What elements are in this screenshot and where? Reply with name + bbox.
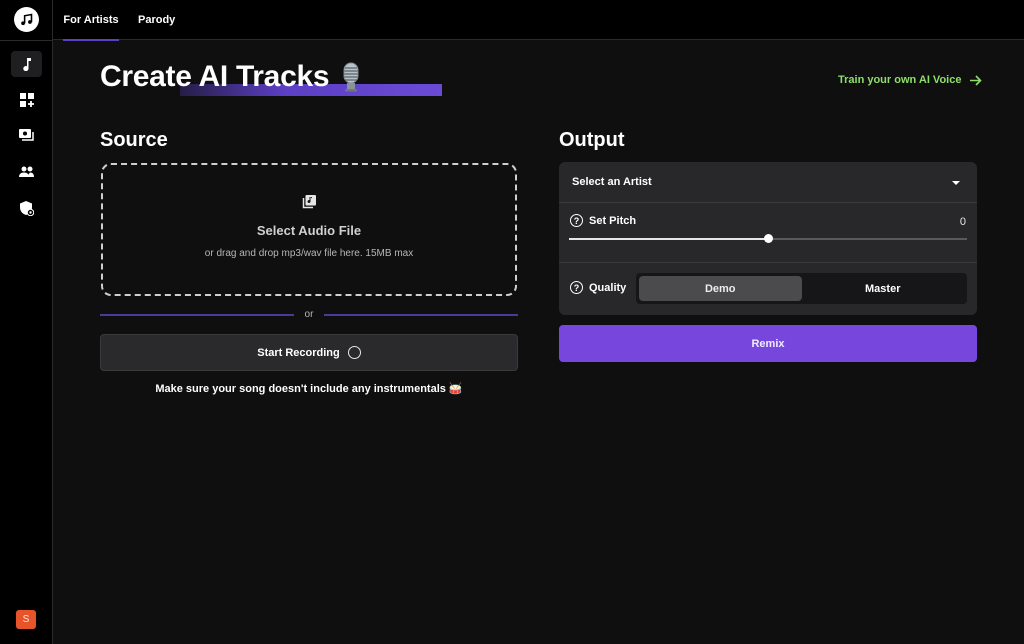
pitch-label: Set Pitch (589, 214, 637, 227)
dropzone-subtitle: or drag and drop mp3/wav file here. 15MB… (204, 248, 414, 259)
page-header: Create AI Tracks (100, 60, 361, 94)
tab-for-artists[interactable]: For Artists (63, 0, 119, 41)
sidebar-item-library[interactable] (11, 122, 42, 148)
dashboard-add-icon (19, 93, 34, 107)
avatar[interactable]: S (16, 610, 36, 629)
sidebar-item-dashboard[interactable] (11, 87, 42, 113)
quality-label: Quality (589, 281, 627, 294)
dropzone-title: Select Audio File (256, 223, 362, 238)
app-logo-icon[interactable] (14, 7, 39, 32)
sidebar-divider (0, 40, 53, 41)
page-title: Create AI Tracks (100, 60, 330, 93)
pitch-value: 0 (959, 216, 966, 228)
pitch-label-group: ? Set Pitch (570, 214, 636, 227)
sidebar-item-create[interactable] (11, 51, 42, 77)
sidebar: S (0, 0, 53, 644)
remix-button[interactable]: Remix (559, 325, 977, 362)
sidebar-item-people[interactable] (11, 158, 42, 184)
source-heading: Source (100, 129, 168, 151)
instrumentals-note: Make sure your song doesn't include any … (155, 383, 463, 395)
train-voice-label: Train your own AI Voice (838, 74, 962, 86)
artist-select[interactable]: Select an Artist (559, 162, 977, 203)
remix-label: Remix (751, 337, 785, 350)
audio-file-icon (302, 195, 316, 209)
microphone-icon (343, 62, 359, 92)
people-icon (19, 166, 34, 177)
start-recording-label: Start Recording (257, 346, 340, 359)
pitch-slider-thumb[interactable] (764, 234, 773, 243)
record-circle-icon (347, 346, 361, 359)
caret-down-icon (952, 181, 960, 185)
pitch-slider[interactable] (569, 234, 967, 243)
or-label: or (304, 309, 314, 320)
help-icon[interactable]: ? (570, 281, 583, 294)
music-note-icon (22, 58, 31, 71)
shield-account-icon (19, 200, 34, 216)
quality-option-demo[interactable]: Demo (639, 276, 802, 301)
top-navigation: For Artists Parody (53, 0, 1024, 41)
train-voice-link[interactable]: Train your own AI Voice (838, 74, 983, 86)
pitch-slider-fill (569, 238, 768, 240)
divider-line (100, 313, 294, 316)
quality-option-label: Demo (704, 282, 736, 295)
quality-option-label: Master (865, 282, 901, 295)
sidebar-item-security[interactable] (11, 195, 42, 221)
tab-label: For Artists (63, 14, 119, 26)
output-heading: Output (559, 129, 625, 151)
quality-label-group: ? Quality (570, 281, 626, 294)
library-icon (19, 128, 34, 141)
artist-select-label: Select an Artist (572, 176, 652, 188)
start-recording-button[interactable]: Start Recording (100, 334, 518, 371)
divider-line (324, 313, 518, 316)
tab-label: Parody (138, 14, 176, 26)
arrow-right-icon (970, 74, 983, 86)
audio-dropzone[interactable]: Select Audio File or drag and drop mp3/w… (101, 163, 517, 296)
or-divider: or (100, 309, 518, 320)
tab-parody[interactable]: Parody (138, 0, 175, 40)
card-divider (559, 262, 977, 263)
quality-toggle: Demo Master (636, 273, 967, 304)
help-icon[interactable]: ? (570, 214, 583, 227)
quality-option-master[interactable]: Master (802, 276, 965, 301)
